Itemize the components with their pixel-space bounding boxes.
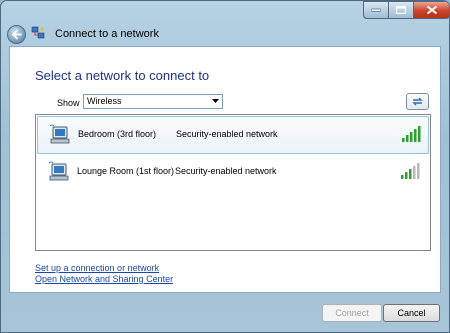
page-heading: Select a network to connect to: [35, 68, 210, 83]
signal-strength-icon: [401, 163, 420, 179]
network-icon: [31, 26, 45, 39]
content-panel: Select a network to connect to Show Wire…: [9, 46, 441, 293]
cancel-button[interactable]: Cancel: [383, 304, 440, 322]
window-title: Connect to a network: [55, 28, 159, 40]
network-security: Security-enabled network: [176, 129, 278, 139]
connect-button[interactable]: Connect: [322, 304, 382, 322]
minimize-icon: [371, 8, 381, 12]
signal-strength-icon: [402, 126, 421, 142]
chevron-down-icon: [212, 99, 219, 103]
show-label: Show: [57, 98, 80, 108]
connect-dialog: Connect to a network Select a network to…: [0, 0, 450, 333]
close-button[interactable]: [414, 1, 449, 19]
show-filter-dropdown[interactable]: Wireless: [83, 94, 223, 109]
title-bar: Connect to a network: [1, 1, 449, 44]
network-list-item[interactable]: Lounge Room (1st floor) Security-enabled…: [37, 154, 429, 192]
network-name: Bedroom (3rd floor): [78, 129, 157, 139]
network-list-item[interactable]: Bedroom (3rd floor) Security-enabled net…: [37, 116, 429, 154]
show-filter-value: Wireless: [87, 96, 122, 106]
network-list: Bedroom (3rd floor) Security-enabled net…: [35, 114, 431, 251]
back-arrow-icon: [11, 29, 22, 40]
minimize-button[interactable]: [363, 1, 389, 19]
close-icon: [426, 5, 437, 15]
wireless-computer-icon: [49, 124, 70, 144]
setup-connection-link[interactable]: Set up a connection or network: [35, 263, 173, 274]
maximize-icon: [396, 6, 406, 14]
refresh-icon: [412, 97, 423, 106]
maximize-button[interactable]: [389, 1, 414, 19]
wireless-computer-icon: [48, 161, 69, 181]
back-button[interactable]: [7, 25, 26, 44]
network-security: Security-enabled network: [175, 166, 277, 176]
network-sharing-center-link[interactable]: Open Network and Sharing Center: [35, 274, 173, 285]
refresh-button[interactable]: [406, 93, 429, 110]
network-name: Lounge Room (1st floor): [77, 166, 175, 176]
links-area: Set up a connection or network Open Netw…: [35, 263, 173, 285]
